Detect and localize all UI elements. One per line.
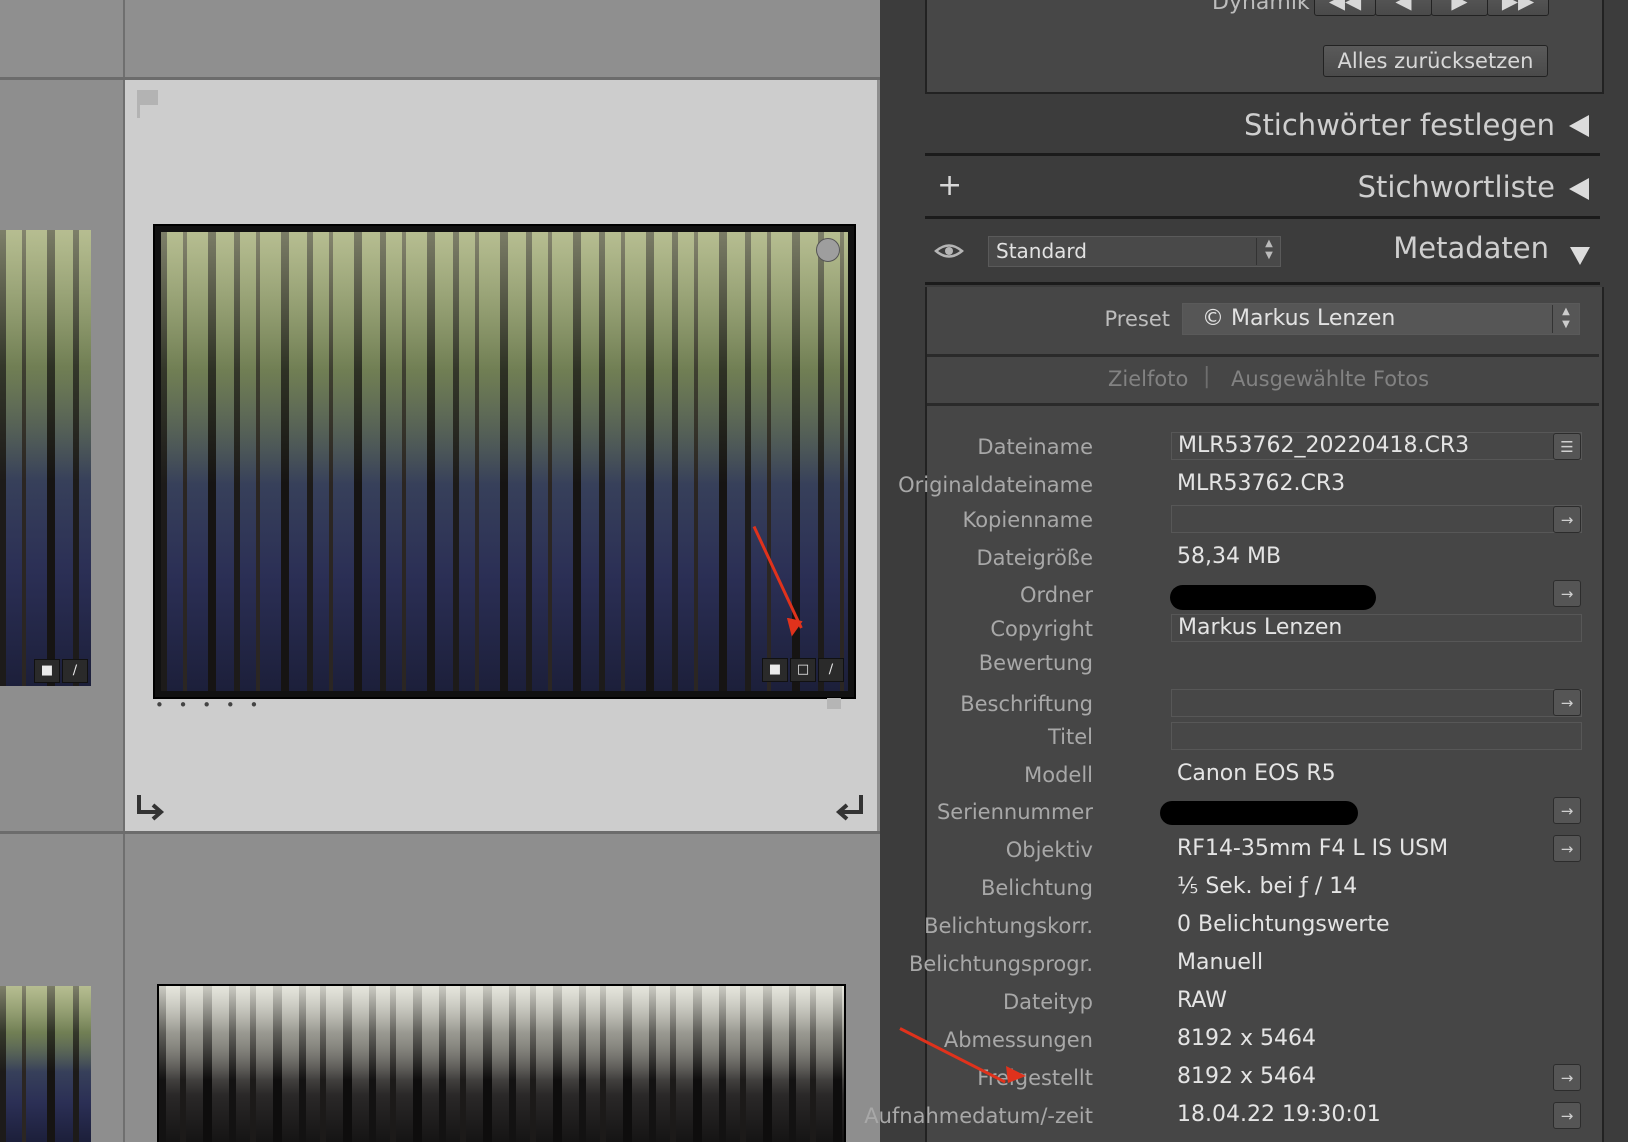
- collapse-down-icon[interactable]: [1570, 247, 1590, 265]
- folder-label: Ordner: [1020, 583, 1093, 607]
- exposure-program-value: Manuell: [1177, 950, 1264, 975]
- preset-select[interactable]: © Markus Lenzen: [1182, 303, 1580, 335]
- reset-all-button[interactable]: Alles zurücksetzen: [1323, 45, 1548, 77]
- original-filename-label: Originaldateiname: [898, 473, 1093, 497]
- copy-name-field[interactable]: [1171, 505, 1582, 533]
- redaction-mark: [1160, 801, 1358, 825]
- serial-label: Seriennummer: [936, 800, 1093, 824]
- crop-icon[interactable]: □: [790, 658, 816, 682]
- selected-grid-cell[interactable]: ■ □ ∕ • • • • •: [125, 80, 877, 831]
- preset-value: © Markus Lenzen: [1202, 306, 1396, 331]
- panel-divider: [927, 403, 1599, 406]
- rating-label: Bewertung: [978, 651, 1093, 675]
- caption-label: Beschriftung: [960, 692, 1093, 716]
- thumbnail-frame: [157, 984, 846, 1142]
- chevron-updown-icon[interactable]: ▲ ▼: [1256, 238, 1281, 265]
- dynamik-increase-button[interactable]: ▶: [1431, 0, 1488, 16]
- caption-field[interactable]: [1171, 689, 1582, 717]
- go-arrow-icon[interactable]: →: [1553, 1064, 1581, 1091]
- list-icon[interactable]: ☰: [1553, 433, 1581, 460]
- title-label: Titel: [1047, 725, 1093, 749]
- panel-divider: [925, 216, 1600, 219]
- go-arrow-icon[interactable]: →: [1553, 797, 1581, 824]
- dynamik-label: Dynamik: [1212, 0, 1310, 15]
- collapse-left-icon[interactable]: [1569, 115, 1589, 137]
- comment-icon[interactable]: ■: [762, 658, 788, 682]
- exposure-value: ⅕ Sek. bei ƒ / 14: [1177, 874, 1358, 899]
- library-grid: ■ ∕ ■ □ ∕ • • • • •: [0, 0, 880, 1142]
- thumbnail-photo[interactable]: [159, 986, 844, 1142]
- preset-label: Preset: [1104, 307, 1170, 331]
- metadata-view-select[interactable]: Standard: [988, 236, 1281, 267]
- panel-divider: [925, 282, 1600, 285]
- grid-divider: [0, 831, 880, 834]
- thumbnail-frame: [153, 224, 856, 699]
- go-arrow-icon[interactable]: →: [1553, 835, 1581, 862]
- metadata-view-value: Standard: [996, 239, 1087, 263]
- copyright-field[interactable]: Markus Lenzen: [1171, 614, 1582, 642]
- exposure-adjust-icon[interactable]: ∕: [818, 658, 844, 682]
- exposure-bias-value: 0 Belichtungswerte: [1177, 912, 1390, 937]
- rotate-left-icon[interactable]: [133, 792, 165, 824]
- model-value: Canon EOS R5: [1177, 761, 1336, 786]
- go-arrow-icon[interactable]: →: [1553, 580, 1581, 607]
- eye-icon[interactable]: [934, 240, 964, 262]
- go-arrow-icon[interactable]: →: [1553, 506, 1581, 533]
- tab-separator: |: [1203, 364, 1211, 389]
- metadata-header[interactable]: Metadaten: [1393, 231, 1549, 265]
- rating-stars[interactable]: • • • • •: [155, 696, 263, 714]
- thumbnail-photo[interactable]: [0, 986, 91, 1142]
- filesize-label: Dateigröße: [976, 546, 1093, 570]
- exposure-bias-label: Belichtungskorr.: [924, 914, 1093, 938]
- model-label: Modell: [1024, 763, 1093, 787]
- filename-label: Dateiname: [977, 435, 1093, 459]
- tab-target-photo[interactable]: Zielfoto: [1108, 367, 1188, 391]
- keyword-list-header[interactable]: Stichwortliste: [1358, 170, 1555, 204]
- chevron-updown-icon[interactable]: ▲ ▼: [1552, 305, 1579, 333]
- go-arrow-icon[interactable]: →: [1553, 689, 1581, 716]
- dynamik-decrease-button[interactable]: ◀: [1375, 0, 1432, 16]
- exposure-adjust-icon[interactable]: ∕: [62, 659, 88, 683]
- filesize-value: 58,34 MB: [1177, 544, 1282, 569]
- exposure-program-label: Belichtungsprogr.: [908, 952, 1093, 976]
- color-label-icon[interactable]: [827, 698, 841, 709]
- exposure-label: Belichtung: [980, 876, 1093, 900]
- original-filename-value: MLR53762.CR3: [1177, 471, 1346, 496]
- flag-icon[interactable]: [134, 88, 160, 120]
- title-field[interactable]: [1171, 722, 1582, 750]
- lens-value: RF14-35mm F4 L IS USM: [1177, 836, 1449, 861]
- dimensions-label: Abmessungen: [943, 1028, 1093, 1052]
- capture-date-label: Aufnahmedatum/-zeit: [864, 1104, 1093, 1128]
- panel-divider: [927, 354, 1599, 357]
- copyright-label: Copyright: [990, 617, 1093, 641]
- tab-selected-photos[interactable]: Ausgewählte Fotos: [1231, 367, 1429, 391]
- add-keyword-icon[interactable]: +: [937, 168, 962, 203]
- go-arrow-icon[interactable]: →: [1553, 1102, 1581, 1129]
- grid-cell[interactable]: [125, 0, 880, 78]
- dimensions-value: 8192 x 5464: [1177, 1026, 1316, 1051]
- thumbnail-photo[interactable]: [161, 232, 848, 691]
- thumbnail-photo[interactable]: [0, 230, 91, 686]
- dynamik-decrease-large-button[interactable]: ◀◀: [1314, 0, 1376, 16]
- lens-label: Objektiv: [1005, 838, 1093, 862]
- redaction-mark: [1170, 585, 1376, 610]
- filename-field[interactable]: MLR53762_20220418.CR3: [1171, 432, 1582, 460]
- keywording-header[interactable]: Stichwörter festlegen: [1244, 108, 1555, 142]
- cropped-value: 8192 x 5464: [1177, 1064, 1316, 1089]
- dynamik-increase-large-button[interactable]: ▶▶: [1487, 0, 1549, 16]
- annotation-arrow-head: [1006, 1066, 1026, 1083]
- filetype-label: Dateityp: [1002, 990, 1093, 1014]
- quick-collection-icon[interactable]: [816, 238, 840, 262]
- collapse-left-icon[interactable]: [1569, 178, 1589, 200]
- comment-icon[interactable]: ■: [34, 659, 60, 683]
- rotate-right-icon[interactable]: [835, 792, 867, 824]
- grid-cell[interactable]: [0, 0, 123, 78]
- capture-date-value: 18.04.22 19:30:01: [1177, 1102, 1381, 1127]
- annotation-arrow-head: [786, 618, 803, 637]
- filetype-value: RAW: [1177, 988, 1227, 1013]
- copy-name-label: Kopienname: [962, 508, 1093, 532]
- panel-divider: [925, 153, 1600, 156]
